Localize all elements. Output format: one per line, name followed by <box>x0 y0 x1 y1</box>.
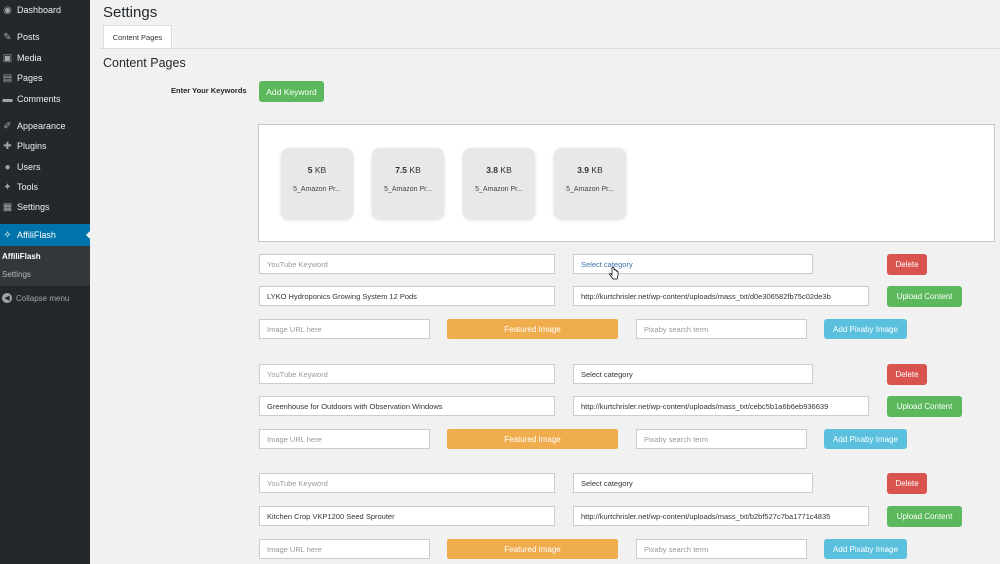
sidebar-item-label: Media <box>17 53 42 63</box>
sidebar-submenu: AffiliFlash Settings <box>0 246 90 286</box>
pixabay-search-input[interactable]: Pixaby search term <box>636 539 807 559</box>
plugin-icon: ✚ <box>3 140 12 152</box>
title-input[interactable]: LYKO Hydroponics Growing System 12 Pods <box>259 286 555 306</box>
image-url-input[interactable]: Image URL here <box>259 319 430 339</box>
dashboard-icon: ◉ <box>3 4 12 16</box>
sidebar-item-appearance[interactable]: ✐ Appearance <box>0 116 90 136</box>
sidebar-item-tools[interactable]: ✦ Tools <box>0 177 90 197</box>
upload-content-button[interactable]: Upload Content <box>887 506 962 527</box>
comments-icon: ▬ <box>2 93 13 105</box>
pages-icon: ▤ <box>2 72 13 84</box>
active-arrow <box>86 230 91 240</box>
add-pixabay-image-button[interactable]: Add Pixaby Image <box>824 539 907 559</box>
file-size: 3.8 KB <box>486 165 512 175</box>
upload-content-button[interactable]: Upload Content <box>887 396 962 417</box>
tab-divider <box>100 48 1000 49</box>
admin-sidebar: ◉ Dashboard ✎ Posts ▣ Media ▤ Pages ▬ Co… <box>0 0 91 564</box>
page-title: Settings <box>103 4 158 21</box>
image-url-input[interactable]: Image URL here <box>259 429 430 449</box>
users-icon: ● <box>4 161 11 173</box>
category-select[interactable]: Select category <box>573 473 813 493</box>
settings-icon: ▦ <box>2 201 13 213</box>
add-pixabay-image-button[interactable]: Add Pixaby Image <box>824 319 907 339</box>
upload-content-button[interactable]: Upload Content <box>887 286 962 307</box>
featured-image-button[interactable]: Featured Image <box>447 429 618 449</box>
paintbrush-icon: ✐ <box>3 120 12 132</box>
file-dropzone[interactable]: 5 KB 5_Amazon Pr... 7.5 KB 5_Amazon Pr..… <box>258 124 995 242</box>
sidebar-item-label: Tools <box>17 182 39 192</box>
sidebar-item-label: Settings <box>17 202 50 212</box>
sidebar-item-label: Posts <box>17 32 40 42</box>
file-size: 7.5 KB <box>395 165 421 175</box>
collapse-menu-button[interactable]: ◀ Collapse menu <box>0 290 90 306</box>
category-select[interactable]: Select category <box>573 364 813 384</box>
affiliflash-icon: ✧ <box>3 229 12 241</box>
sidebar-item-dashboard[interactable]: ◉ Dashboard <box>0 0 90 20</box>
submenu-item-affiliflash[interactable]: AffiliFlash <box>2 252 41 261</box>
media-icon: ▣ <box>2 52 13 64</box>
sidebar-item-label: Users <box>17 162 41 172</box>
youtube-keyword-input[interactable]: YouTube Keyword <box>259 254 555 274</box>
content-url-input[interactable]: http://kurtchrisler.net/wp-content/uploa… <box>573 506 869 526</box>
sidebar-item-media[interactable]: ▣ Media <box>0 48 90 68</box>
pixabay-search-input[interactable]: Pixaby search term <box>636 429 807 449</box>
title-input[interactable]: Greenhouse for Outdoors with Observation… <box>259 396 555 416</box>
keywords-label: Enter Your Keywords <box>171 86 247 95</box>
sidebar-item-comments[interactable]: ▬ Comments <box>0 89 90 109</box>
sidebar-item-users[interactable]: ● Users <box>0 157 90 177</box>
collapse-arrow-icon: ◀ <box>2 293 12 303</box>
sidebar-item-label: Dashboard <box>17 5 62 15</box>
file-size: 3.9 KB <box>577 165 603 175</box>
featured-image-button[interactable]: Featured Image <box>447 539 618 559</box>
image-url-input[interactable]: Image URL here <box>259 539 430 559</box>
wrench-icon: ✦ <box>3 181 12 193</box>
sidebar-item-affiliflash[interactable]: ✧ AffiliFlash <box>0 224 91 246</box>
pixabay-search-input[interactable]: Pixaby search term <box>636 319 807 339</box>
file-preview[interactable]: 3.8 KB 5_Amazon Pr... <box>463 148 535 219</box>
sidebar-item-label: Pages <box>17 73 43 83</box>
sidebar-item-pages[interactable]: ▤ Pages <box>0 68 90 88</box>
featured-image-button[interactable]: Featured Image <box>447 319 618 339</box>
content-url-input[interactable]: http://kurtchrisler.net/wp-content/uploa… <box>573 396 869 416</box>
delete-button[interactable]: Delete <box>887 473 927 494</box>
delete-button[interactable]: Delete <box>887 254 927 275</box>
file-preview[interactable]: 3.9 KB 5_Amazon Pr... <box>554 148 626 219</box>
sidebar-item-label: AffiliFlash <box>17 230 56 240</box>
sidebar-item-label: Appearance <box>17 121 66 131</box>
file-name: 5_Amazon Pr... <box>566 186 614 193</box>
file-size: 5 KB <box>307 165 327 175</box>
file-preview[interactable]: 7.5 KB 5_Amazon Pr... <box>372 148 444 219</box>
file-name: 5_Amazon Pr... <box>384 186 432 193</box>
file-name: 5_Amazon Pr... <box>475 186 523 193</box>
file-preview[interactable]: 5 KB 5_Amazon Pr... <box>281 148 353 219</box>
submenu-item-settings[interactable]: Settings <box>2 270 31 279</box>
add-keyword-button[interactable]: Add Keyword <box>259 81 324 102</box>
tab-content-pages[interactable]: Content Pages <box>103 25 172 49</box>
add-pixabay-image-button[interactable]: Add Pixaby Image <box>824 429 907 449</box>
hand-cursor-icon <box>609 267 619 280</box>
sidebar-item-label: Comments <box>17 94 61 104</box>
pushpin-icon: ✎ <box>3 31 12 43</box>
file-name: 5_Amazon Pr... <box>293 186 341 193</box>
title-input[interactable]: Kitchen Crop VKP1200 Seed Sprouter <box>259 506 555 526</box>
sidebar-item-label: Plugins <box>17 141 47 151</box>
youtube-keyword-input[interactable]: YouTube Keyword <box>259 473 555 493</box>
section-title: Content Pages <box>103 56 186 70</box>
sidebar-item-posts[interactable]: ✎ Posts <box>0 27 90 47</box>
content-url-input[interactable]: http://kurtchrisler.net/wp-content/uploa… <box>573 286 869 306</box>
youtube-keyword-input[interactable]: YouTube Keyword <box>259 364 555 384</box>
collapse-menu-label: Collapse menu <box>16 293 70 303</box>
delete-button[interactable]: Delete <box>887 364 927 385</box>
sidebar-item-plugins[interactable]: ✚ Plugins <box>0 136 90 156</box>
sidebar-item-settings[interactable]: ▦ Settings <box>0 197 90 217</box>
